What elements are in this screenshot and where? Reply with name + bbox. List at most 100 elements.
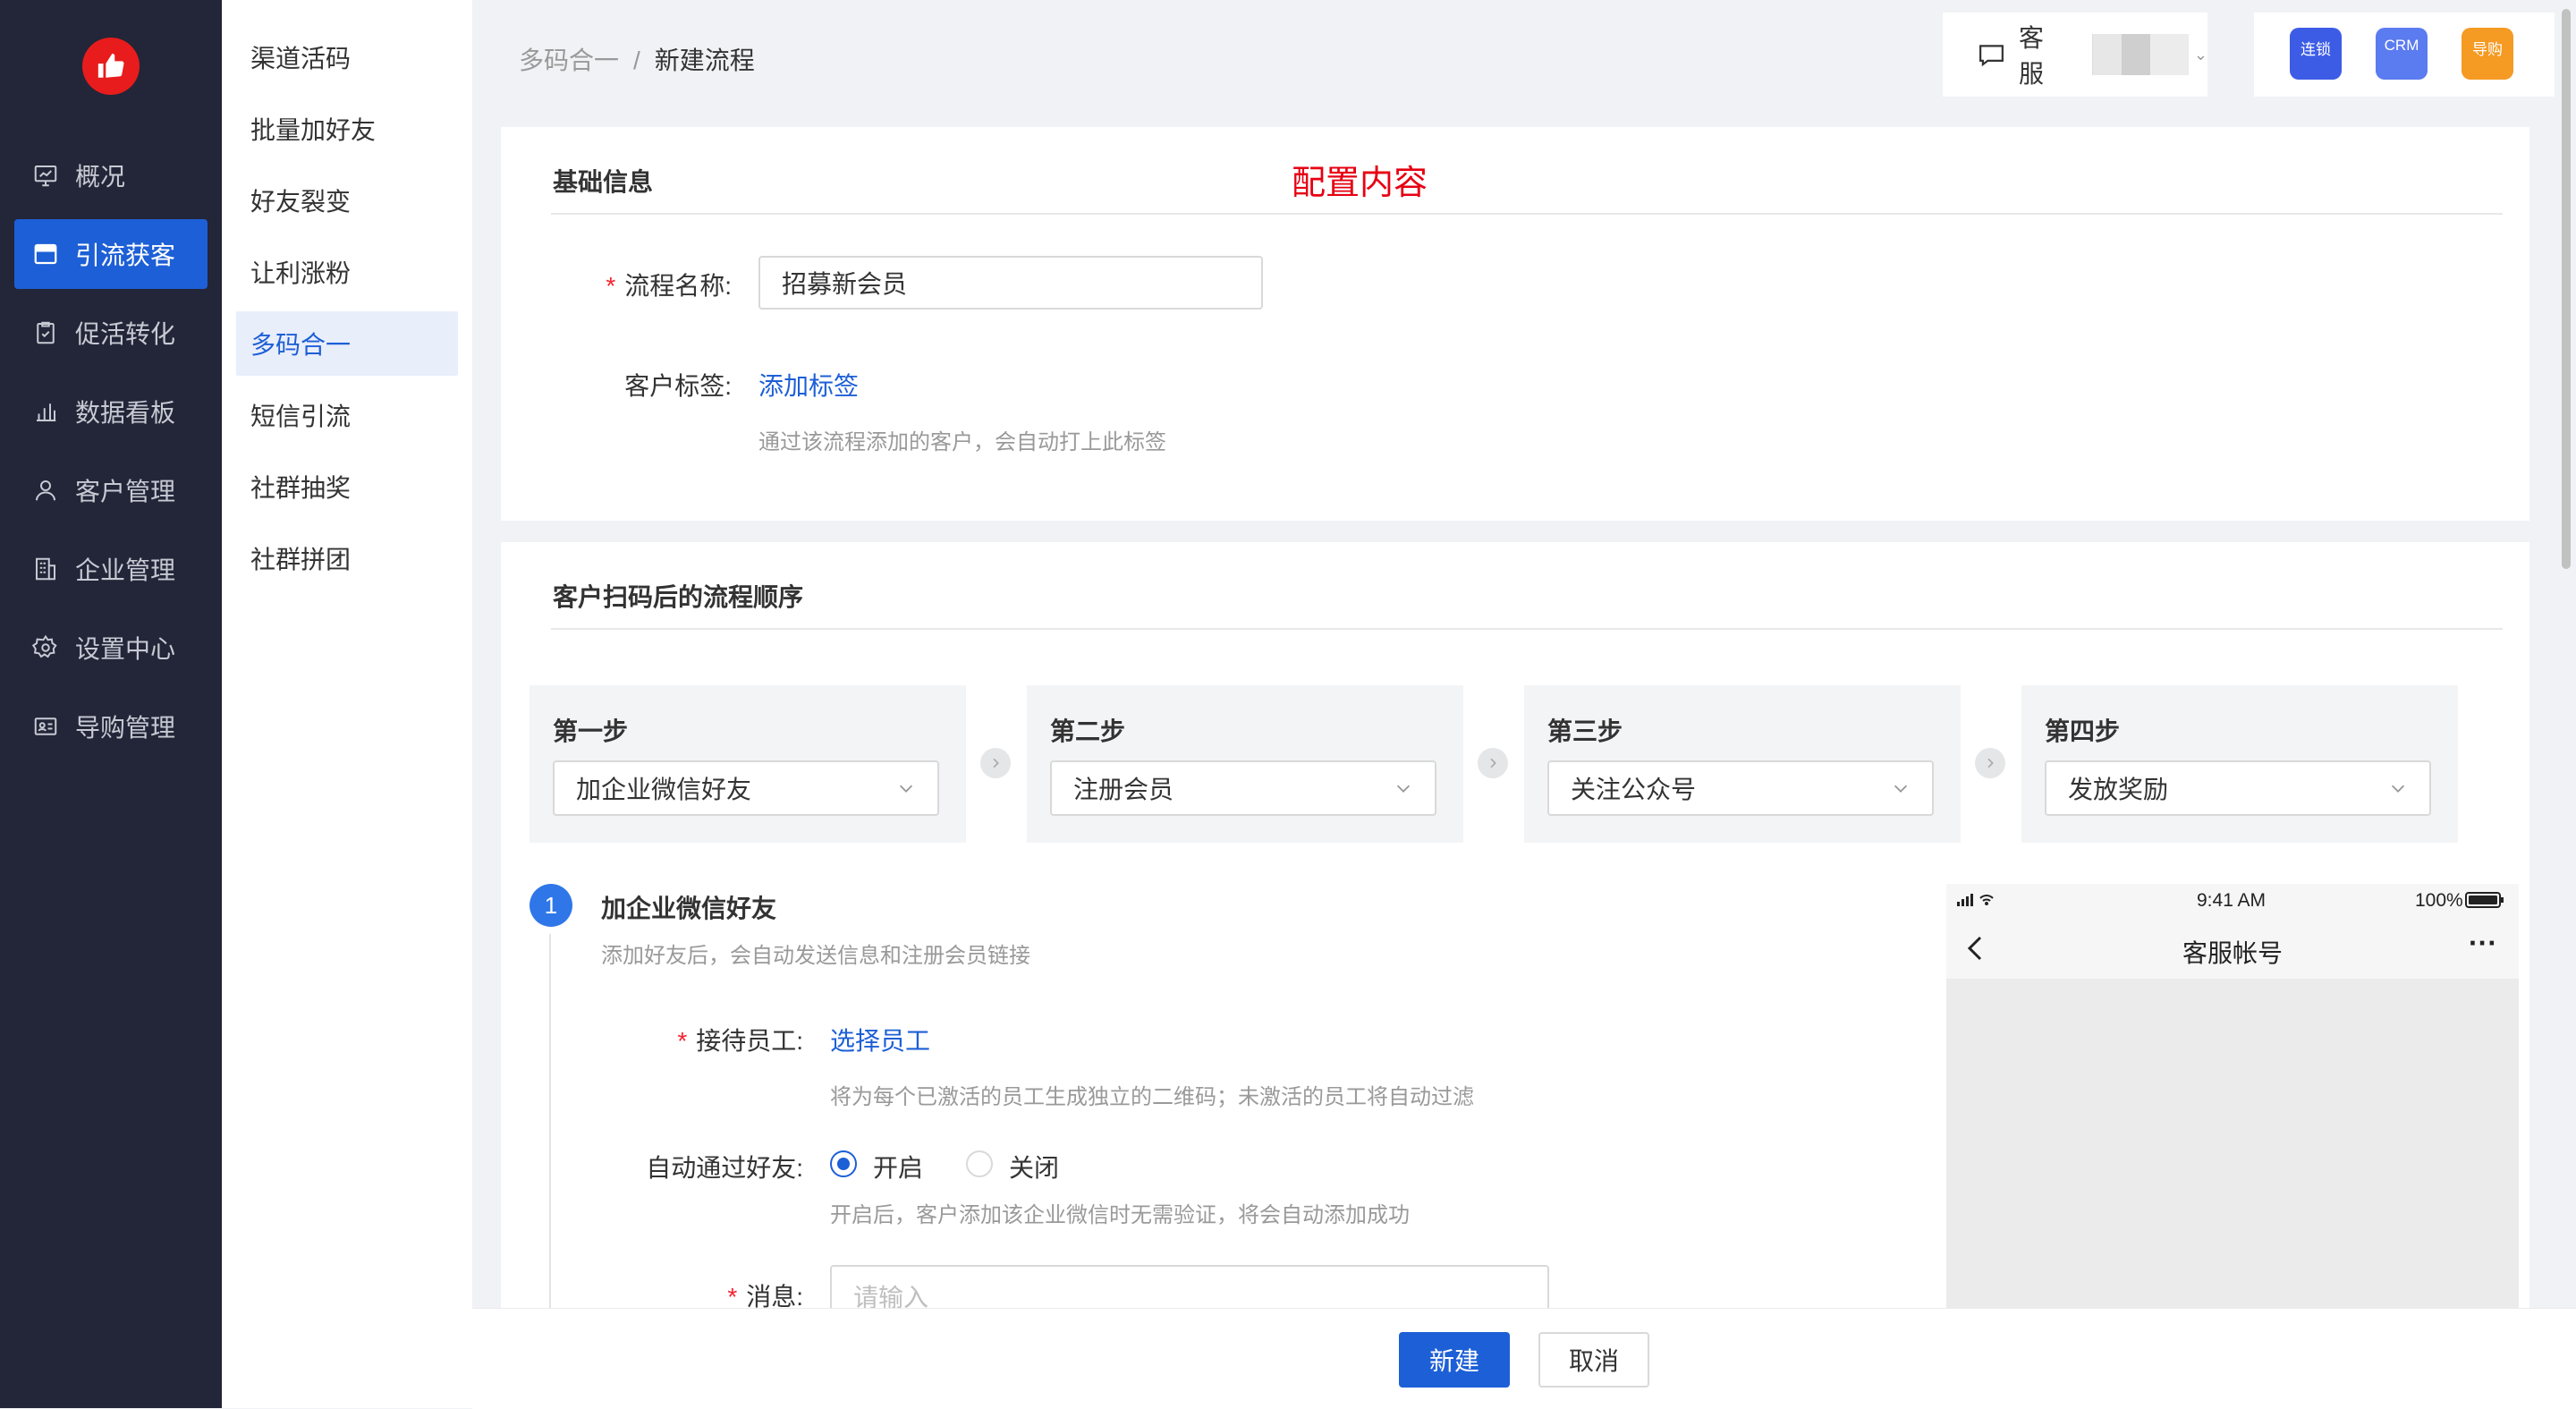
nav-item-customers[interactable]: 客户管理 [14, 455, 208, 525]
submenu-item-fission[interactable]: 好友裂变 [236, 168, 458, 233]
section-title: 基础信息 [553, 168, 654, 196]
clipboard-icon [37, 321, 55, 344]
overview-icon [34, 166, 57, 187]
chevron-down-icon [1894, 785, 1908, 793]
phone-battery-text: 100% [2415, 890, 2463, 911]
step-title: 第一步 [553, 717, 629, 745]
select-staff-link[interactable]: 选择员工 [830, 1022, 930, 1057]
chevron-down-icon [899, 785, 913, 793]
gear-icon [32, 634, 57, 658]
nav-item-label: 导购管理 [75, 714, 176, 742]
tag-label: 客户标签: [624, 372, 732, 400]
phone-nav-bar: 客服帐号 ··· [1946, 916, 2519, 979]
phone-time: 9:41 AM [2197, 890, 2267, 911]
nav-item-activation[interactable]: 促活转化 [14, 298, 208, 368]
step-3-select[interactable]: 关注公众号 [1547, 760, 1934, 816]
basic-info-card: 基础信息 [501, 127, 2529, 521]
nav-item-traffic[interactable]: 引流获客 [14, 219, 208, 289]
chevron-right-icon [1478, 748, 1508, 778]
auto-accept-label: 自动通过好友: [646, 1154, 803, 1182]
nav-item-enterprise[interactable]: 企业管理 [14, 534, 208, 604]
name-label: * 流程名称: [606, 272, 732, 300]
create-button[interactable]: 新建 [1399, 1332, 1510, 1388]
submenu-item-channel-code[interactable]: 渠道活码 [236, 25, 458, 89]
nav-item-label: 数据看板 [75, 399, 176, 427]
app-guide[interactable]: 导购 [2462, 28, 2513, 80]
section-title: 客户扫码后的流程顺序 [553, 583, 804, 611]
step-4-select[interactable]: 发放奖励 [2045, 760, 2431, 816]
step-4: 第四步 发放奖励 [2021, 685, 2458, 843]
phone-status-bar: 9:41 AM 100% [1946, 884, 2519, 916]
annotation-text: 配置内容 [1292, 165, 1428, 202]
user-icon [36, 480, 55, 501]
step-1: 第一步 加企业微信好友 [530, 685, 966, 843]
nav-item-label: 企业管理 [75, 556, 176, 584]
staff-hint: 将为每个已激活的员工生成独立的二维码；未激活的员工将自动过滤 [830, 1085, 1474, 1109]
breadcrumb-separator: / [633, 47, 640, 74]
radio-on[interactable] [830, 1150, 857, 1177]
auto-accept-hint: 开启后，客户添加该企业微信时无需验证，将会自动添加成功 [830, 1203, 1410, 1227]
breadcrumb-current: 新建流程 [654, 47, 755, 74]
radio-off-label[interactable]: 关闭 [1009, 1149, 1059, 1184]
app-guide-label: 导购 [2472, 41, 2503, 58]
nav-item-label: 促活转化 [75, 320, 176, 348]
id-card-icon [34, 717, 57, 735]
more-icon[interactable]: ··· [2469, 927, 2497, 960]
add-tag-link[interactable]: 添加标签 [758, 367, 859, 403]
step-title: 第三步 [1547, 717, 1623, 745]
staff-label: * 接待员工: [677, 1027, 803, 1055]
step-title: 第四步 [2045, 717, 2121, 745]
submenu-item-group-buy[interactable]: 社群拼团 [236, 526, 458, 590]
nav-item-label: 客户管理 [75, 478, 176, 505]
app-chain-label: 连锁 [2301, 41, 2331, 58]
chevron-down-icon [1396, 785, 1411, 793]
nav-item-dashboard[interactable]: 数据看板 [14, 377, 208, 446]
step-number-badge: 1 [530, 884, 572, 927]
step-title: 第二步 [1050, 717, 1126, 745]
service-label: 客服 [2018, 24, 2044, 88]
step-detail-desc: 添加好友后，会自动发送信息和注册会员链接 [601, 944, 1030, 968]
nav-item-label: 引流获客 [75, 242, 176, 269]
bar-chart-icon [37, 403, 56, 421]
cancel-button[interactable]: 取消 [1538, 1332, 1649, 1388]
step-2: 第二步 注册会员 [1027, 685, 1463, 843]
submenu-item-sms[interactable]: 短信引流 [236, 383, 458, 447]
submenu-item-discount[interactable]: 让利涨粉 [236, 240, 458, 304]
app-crm[interactable]: CRM [2376, 28, 2428, 80]
nav-item-label: 设置中心 [75, 635, 176, 663]
step-1-select[interactable]: 加企业微信好友 [553, 760, 939, 816]
breadcrumb-parent[interactable]: 多码合一 [519, 47, 619, 74]
submenu-item-batch-add[interactable]: 批量加好友 [236, 97, 458, 161]
nav-item-settings[interactable]: 设置中心 [14, 613, 208, 683]
signal-wifi-icon [1957, 894, 1994, 906]
breadcrumb: 多码合一 / 新建流程 [519, 41, 755, 77]
tag-hint: 通过该流程添加的客户，会自动打上此标签 [758, 430, 1166, 454]
customer-service[interactable]: 客服 ⌄ [1943, 13, 2207, 97]
scrollbar[interactable] [2562, 9, 2571, 569]
chevron-down-icon[interactable]: ⌄ [2194, 46, 2207, 64]
sub-menu: 渠道活码 批量加好友 好友裂变 让利涨粉 多码合一 短信引流 社群抽奖 社群拼团 [222, 0, 472, 1408]
submenu-item-lottery[interactable]: 社群抽奖 [236, 454, 458, 519]
app-switcher: 连锁 CRM 导购 [2254, 13, 2555, 97]
blurred-account [2092, 34, 2189, 75]
thumbs-up-logo-icon[interactable] [82, 38, 140, 95]
divider [551, 628, 2503, 630]
divider [551, 213, 2503, 215]
chevron-down-icon [2391, 785, 2405, 793]
step-2-select[interactable]: 注册会员 [1050, 760, 1436, 816]
radio-off[interactable] [966, 1150, 993, 1177]
step-detail-title: 加企业微信好友 [601, 895, 777, 922]
nav-item-label: 概况 [75, 163, 126, 191]
footer-bar: 新建 取消 [472, 1308, 2576, 1409]
store-icon [34, 243, 57, 265]
nav-item-guide[interactable]: 导购管理 [14, 692, 208, 761]
flow-name-input[interactable]: 招募新会员 [758, 256, 1263, 310]
app-chain[interactable]: 连锁 [2290, 28, 2342, 80]
nav-item-overview[interactable]: 概况 [14, 140, 208, 210]
submenu-item-multi-code[interactable]: 多码合一 [236, 311, 458, 376]
step-3: 第三步 关注公众号 [1524, 685, 1961, 843]
radio-on-label[interactable]: 开启 [873, 1149, 923, 1184]
chevron-right-icon [1975, 748, 2005, 778]
chat-icon [1979, 45, 2004, 67]
step-connector-line [549, 934, 551, 1310]
